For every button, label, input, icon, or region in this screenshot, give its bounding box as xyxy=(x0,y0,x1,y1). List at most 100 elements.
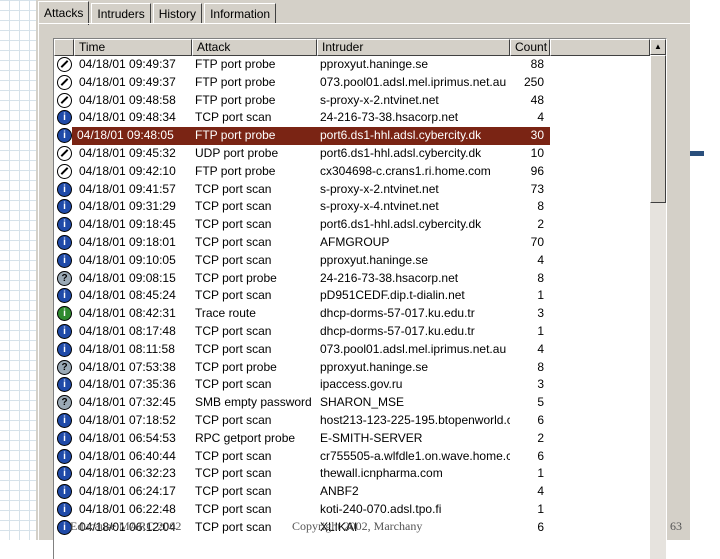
column-header-intruder[interactable]: Intruder xyxy=(317,39,510,56)
column-header-count[interactable]: Count xyxy=(510,39,550,56)
table-row[interactable]: i 04/18/01 06:24:17 TCP port scan ANBF2 4 xyxy=(54,483,650,501)
question-icon: ? xyxy=(57,395,72,411)
scroll-thumb[interactable] xyxy=(650,55,666,203)
table-row[interactable]: i 04/18/01 08:11:58 TCP port scan 073.pool0… xyxy=(54,341,650,359)
cell-intruder: ANBF2 xyxy=(320,484,359,499)
cell-time: 04/18/01 08:11:58 xyxy=(79,341,175,356)
cell-time: 04/18/01 06:24:17 xyxy=(79,484,176,499)
table-row[interactable]: 04/18/01 09:49:37 FTP port probe pproxyut.… xyxy=(54,56,650,74)
table-row[interactable]: ? 04/18/01 07:53:38 TCP port probe pproxyut… xyxy=(54,359,650,377)
table-row[interactable]: i 04/18/01 09:48:34 TCP port scan 24-216-73… xyxy=(54,109,650,127)
info-icon: i xyxy=(57,484,72,500)
table-row[interactable]: 04/18/01 09:45:32 UDP port probe port6.ds1… xyxy=(54,145,650,163)
cell-time: 04/18/01 09:10:05 xyxy=(79,252,176,267)
info-icon: i xyxy=(57,430,72,446)
table-row[interactable]: i 04/18/01 06:22:48 TCP port scan koti-240-… xyxy=(54,501,650,519)
trace-icon: i xyxy=(57,306,72,322)
column-header-time[interactable]: Time xyxy=(74,39,192,56)
vertical-scrollbar[interactable]: ▲ xyxy=(650,39,666,559)
cell-count: 5 xyxy=(537,395,544,410)
info-icon: i xyxy=(57,128,72,144)
table-row[interactable]: 04/18/01 09:48:58 FTP port probe s-proxy-x… xyxy=(54,92,650,110)
cell-attack: FTP port probe xyxy=(195,92,276,107)
table-row[interactable]: i 04/18/01 08:45:24 TCP port scan pD951CEDF… xyxy=(54,287,650,305)
row-icon-cell: i xyxy=(57,287,73,305)
table-row[interactable]: i 04/18/01 06:40:44 TCP port scan cr755505-… xyxy=(54,448,650,466)
column-header-attack[interactable]: Attack xyxy=(192,39,317,56)
cell-intruder: 24-216-73-38.hsacorp.net xyxy=(320,110,459,125)
cell-intruder: dhcp-dorms-57-017.ku.edu.tr xyxy=(320,306,475,321)
cell-intruder: ipaccess.gov.ru xyxy=(320,377,403,392)
cell-intruder: port6.ds1-hhl.adsl.cybercity.dk xyxy=(317,127,510,145)
cell-attack: TCP port scan xyxy=(195,181,272,196)
question-icon: ? xyxy=(57,270,72,286)
tab-history[interactable]: History xyxy=(152,3,203,24)
cell-count: 6 xyxy=(537,412,544,427)
cell-intruder: 073.pool01.adsl.mel.iprimus.net.au xyxy=(320,74,507,89)
cell-intruder: pproxyut.haninge.se xyxy=(320,57,429,71)
cell-time: 04/18/01 07:53:38 xyxy=(79,359,176,374)
table-row[interactable]: i 04/18/01 09:18:01 TCP port scan AFMGROUP 7… xyxy=(54,234,650,252)
cell-attack: TCP port scan xyxy=(195,448,272,463)
cell-time: 04/18/01 09:49:37 xyxy=(79,57,176,71)
cell-attack: UDP port probe xyxy=(195,145,279,160)
attacks-list: Time Attack Intruder Count 04/18/01 09:4… xyxy=(53,38,667,559)
row-icon-cell xyxy=(57,145,73,163)
row-icon-cell: i xyxy=(57,501,73,519)
info-icon: i xyxy=(57,234,72,250)
cell-attack: TCP port scan xyxy=(195,501,272,516)
cell-count: 3 xyxy=(537,377,544,392)
cell-time: 04/18/01 06:40:44 xyxy=(79,448,176,463)
cell-time: 04/18/01 06:22:48 xyxy=(79,501,176,516)
tab-intruders[interactable]: Intruders xyxy=(91,3,151,24)
table-row[interactable]: i 04/18/01 09:48:05 FTP port probe port6.ds… xyxy=(54,127,650,145)
column-header-icon[interactable] xyxy=(54,39,74,56)
table-row[interactable]: 04/18/01 09:42:10 FTP port probe cx304698-… xyxy=(54,163,650,181)
info-icon: i xyxy=(57,341,72,357)
cell-count: 30 xyxy=(510,127,550,145)
tab-information[interactable]: Information xyxy=(204,3,277,24)
no-entry-icon xyxy=(57,163,72,179)
table-row[interactable]: ? 04/18/01 09:08:15 TCP port probe 24-216-7… xyxy=(54,270,650,288)
slide-accent-dash xyxy=(690,151,704,156)
row-icon-cell: i xyxy=(57,341,73,359)
cell-attack: TCP port scan xyxy=(195,466,272,481)
cell-attack: TCP port scan xyxy=(195,288,272,303)
row-icon-cell: i xyxy=(57,234,73,252)
cell-intruder: 073.pool01.adsl.mel.iprimus.net.au xyxy=(320,341,507,356)
cell-attack: TCP port scan xyxy=(195,323,272,338)
table-row[interactable]: 04/18/01 09:49:37 FTP port probe 073.pool0… xyxy=(54,74,650,92)
cell-intruder: host213-123-225-195.btopenworld.co xyxy=(320,412,510,427)
table-row[interactable]: i 04/18/01 09:18:45 TCP port scan port6.ds1… xyxy=(54,216,650,234)
table-row[interactable]: i 04/18/01 08:42:31 Trace route dhcp-dorms-… xyxy=(54,305,650,323)
cell-intruder: koti-240-070.adsl.tpo.fi xyxy=(320,501,442,516)
table-row[interactable]: i 04/18/01 09:10:05 TCP port scan pproxyut.… xyxy=(54,252,650,270)
table-row[interactable]: i 04/18/01 07:18:52 TCP port scan host213-1… xyxy=(54,412,650,430)
table-row[interactable]: i 04/18/01 09:41:57 TCP port scan s-proxy-x… xyxy=(54,181,650,199)
column-header-filler xyxy=(550,39,650,56)
cell-attack: TCP port probe xyxy=(195,270,277,285)
row-icon-cell: i xyxy=(57,465,73,483)
table-row[interactable]: i 04/18/01 08:17:48 TCP port scan dhcp-dorm… xyxy=(54,323,650,341)
table-row[interactable]: i 04/18/01 06:32:23 TCP port scan thewall.i… xyxy=(54,465,650,483)
tab-attacks[interactable]: Attacks xyxy=(38,1,90,25)
footer-copyright: Copyright 2002, Marchany xyxy=(292,519,423,533)
cell-attack: FTP port probe xyxy=(195,57,276,71)
blackice-window: Attacks Intruders History Information Ti… xyxy=(36,0,690,559)
table-row[interactable]: i 04/18/01 09:31:29 TCP port scan s-proxy-x… xyxy=(54,198,650,216)
row-icon-cell: i xyxy=(57,483,73,501)
row-icon-cell: i xyxy=(57,448,73,466)
cell-intruder: 24-216-73-38.hsacorp.net xyxy=(320,270,459,285)
scroll-up-arrow-icon[interactable]: ▲ xyxy=(650,39,666,55)
cell-count: 88 xyxy=(530,57,544,71)
cell-intruder: dhcp-dorms-57-017.ku.edu.tr xyxy=(320,323,475,338)
cell-time: 04/18/01 07:35:36 xyxy=(79,377,176,392)
table-row[interactable]: i 04/18/01 07:35:36 TCP port scan ipaccess.… xyxy=(54,376,650,394)
cell-attack: FTP port probe xyxy=(195,74,276,89)
cell-count: 6 xyxy=(537,448,544,463)
cell-count: 1 xyxy=(537,323,544,338)
cell-attack: TCP port scan xyxy=(195,110,272,125)
table-row[interactable]: i 04/18/01 06:54:53 RPC getport probe E-SMI… xyxy=(54,430,650,448)
cell-time: 04/18/01 09:48:34 xyxy=(79,110,176,125)
table-row[interactable]: ? 04/18/01 07:32:45 SMB empty password SHAR… xyxy=(54,394,650,412)
